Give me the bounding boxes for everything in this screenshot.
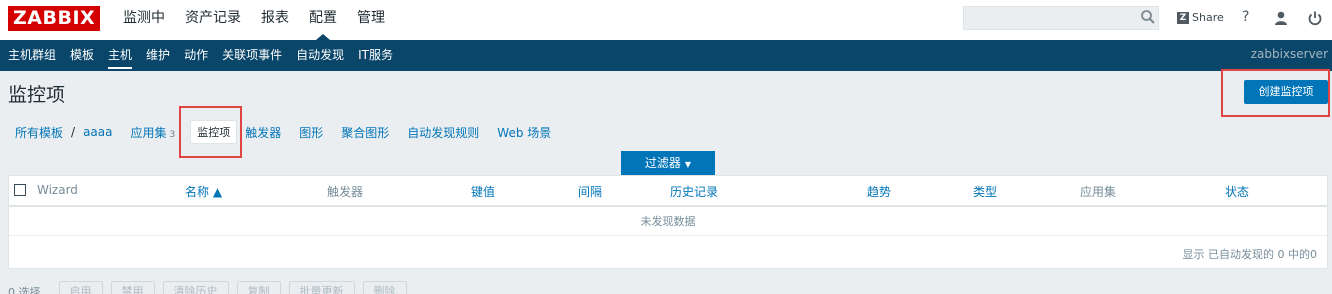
table-footer-stats: 显示 已自动发现的 0 中的0 (1182, 248, 1318, 261)
server-name: zabbixserver (1250, 47, 1328, 61)
column-history[interactable]: 历史记录 (670, 183, 718, 200)
sub-nav-discovery[interactable]: 自动发现 (289, 40, 351, 71)
search-icon[interactable] (1140, 9, 1156, 25)
top-bar: ZABBIX 监测中 资产记录 报表 配置 管理 Z Share ? (0, 0, 1332, 40)
column-interval[interactable]: 间隔 (578, 183, 602, 200)
breadcrumb-host[interactable]: aaaa (83, 125, 112, 139)
sub-nav-templates[interactable]: 模板 (63, 40, 101, 71)
sub-nav-it-services[interactable]: IT服务 (351, 40, 400, 71)
user-profile-icon[interactable] (1273, 10, 1289, 26)
top-nav: 监测中 资产记录 报表 配置 管理 (113, 0, 395, 40)
sign-out-icon[interactable] (1307, 10, 1323, 26)
breadcrumb-separator: / (71, 125, 76, 139)
top-nav-configuration[interactable]: 配置 (299, 0, 347, 40)
tab-triggers[interactable]: 触发器 (245, 124, 281, 141)
column-triggers: 触发器 (327, 185, 364, 199)
column-name[interactable]: 名称 ▲ (185, 183, 222, 200)
zabbix-logo[interactable]: ZABBIX (8, 6, 101, 31)
caret-down-icon: ▼ (684, 160, 692, 169)
mass-update-button[interactable]: 批量更新 (288, 281, 355, 294)
filter-toggle-button[interactable]: 过滤器 ▼ (621, 151, 715, 175)
column-type[interactable]: 类型 (973, 183, 997, 200)
tab-applications-label: 应用集 (130, 125, 167, 140)
share-icon: Z (1177, 11, 1189, 24)
column-applications: 应用集 (1080, 185, 1117, 199)
tab-screens[interactable]: 聚合图形 (341, 124, 389, 141)
select-all-checkbox[interactable] (14, 184, 26, 196)
tab-applications[interactable]: 应用集 3 (130, 124, 175, 141)
tab-web-scenarios[interactable]: Web 场景 (497, 124, 551, 141)
clear-history-button[interactable]: 清除历史 (162, 281, 229, 294)
tab-discovery-rules[interactable]: 自动发现规则 (407, 124, 479, 141)
sub-nav-actions[interactable]: 动作 (177, 40, 215, 71)
bottom-action-bar: 0 选择 启用 禁用 清除历史 复制 批量更新 删除 (8, 281, 415, 294)
top-nav-reports[interactable]: 报表 (251, 0, 299, 40)
breadcrumb: 所有模板 / aaaa 应用集 3 监控项 触发器 图形 聚合图形 自动发现规则 … (0, 119, 551, 145)
copy-button[interactable]: 复制 (236, 281, 281, 294)
sub-nav: 主机群组 模板 主机 维护 动作 关联项事件 自动发现 IT服务 zabbixs… (0, 40, 1332, 71)
page-title: 监控项 (8, 84, 66, 106)
column-status[interactable]: 状态 (1225, 183, 1249, 200)
top-nav-inventory[interactable]: 资产记录 (175, 0, 251, 40)
share-button[interactable]: Z Share (1177, 11, 1224, 24)
search-input[interactable] (963, 6, 1159, 30)
empty-row: 未发现数据 (9, 207, 1327, 236)
tab-items[interactable]: 监控项 (190, 120, 238, 144)
tab-graphs[interactable]: 图形 (299, 124, 323, 141)
selected-count: 0 选择 (8, 286, 41, 294)
enable-button[interactable]: 启用 (58, 281, 103, 294)
column-trends[interactable]: 趋势 (867, 183, 891, 200)
column-wizard: Wizard (37, 183, 78, 197)
column-key[interactable]: 键值 (471, 183, 495, 200)
top-nav-monitoring[interactable]: 监测中 (113, 0, 175, 40)
items-table: Wizard 名称 ▲ 触发器 键值 间隔 历史记录 趋势 类型 应用集 状态 … (8, 175, 1328, 269)
sub-nav-host-groups[interactable]: 主机群组 (1, 40, 63, 71)
sub-nav-maintenance[interactable]: 维护 (139, 40, 177, 71)
table-header: Wizard 名称 ▲ 触发器 键值 间隔 历史记录 趋势 类型 应用集 状态 (9, 176, 1327, 207)
create-item-button[interactable]: 创建监控项 (1244, 80, 1328, 104)
help-button[interactable]: ? (1242, 9, 1249, 25)
breadcrumb-all-templates[interactable]: 所有模板 (15, 124, 63, 141)
tab-applications-count: 3 (169, 129, 176, 140)
filter-label: 过滤器 (644, 156, 681, 170)
disable-button[interactable]: 禁用 (110, 281, 155, 294)
top-nav-administration[interactable]: 管理 (347, 0, 395, 40)
sub-nav-hosts[interactable]: 主机 (101, 40, 139, 71)
delete-button[interactable]: 删除 (362, 281, 407, 294)
share-label: Share (1192, 11, 1224, 24)
sub-nav-event-correlation[interactable]: 关联项事件 (215, 40, 289, 71)
